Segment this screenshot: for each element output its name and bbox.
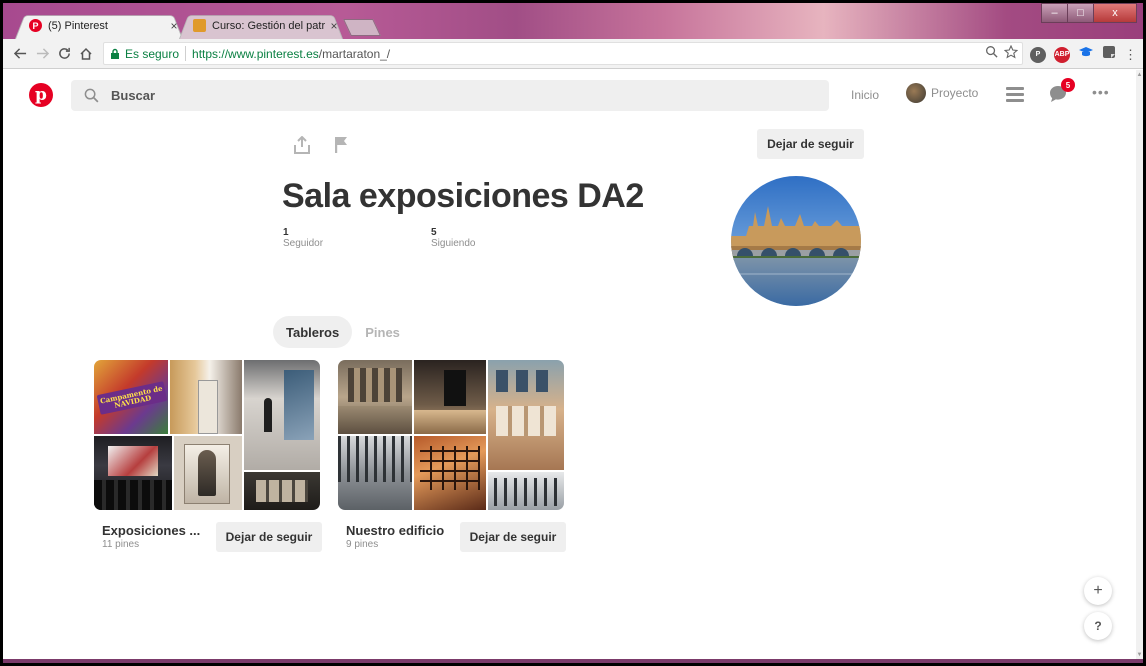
avatar — [906, 83, 926, 103]
forward-arrow-icon[interactable] — [31, 43, 53, 65]
minimize-button[interactable]: – — [1041, 3, 1068, 23]
board-cover-image — [244, 472, 320, 510]
unfollow-board-button[interactable]: Dejar de seguir — [216, 522, 322, 552]
taskbar-edge — [3, 659, 1143, 663]
board-cover-image — [414, 436, 486, 510]
notifications-button[interactable]: 5 — [1048, 78, 1075, 109]
board-cover[interactable] — [338, 360, 564, 510]
browser-tab-pinterest[interactable]: P (5) Pinterest × — [15, 12, 183, 40]
board-pin-count: 11 pines — [102, 539, 140, 550]
profile-tabs: Tableros Pines — [273, 316, 413, 348]
following-count: 5 — [431, 227, 437, 238]
board-cover-image — [338, 436, 412, 510]
tab-boards[interactable]: Tableros — [273, 316, 353, 348]
course-favicon-icon — [193, 19, 206, 32]
tab-pins[interactable]: Pines — [352, 316, 413, 348]
board-cover-image — [94, 436, 172, 510]
nav-home-link[interactable]: Inicio — [851, 88, 879, 102]
secure-label: Es seguro — [125, 46, 180, 61]
pinterest-header: p Inicio Proyecto 5 ••• — [3, 70, 1136, 120]
followers-stat[interactable]: 1 Seguidor — [283, 227, 323, 249]
lock-icon — [111, 48, 119, 59]
pinterest-extension-icon[interactable]: P — [1030, 46, 1046, 63]
following-stat[interactable]: 5 Siguiendo — [431, 227, 475, 249]
board-cover-image — [338, 360, 412, 434]
followers-count: 1 — [283, 227, 289, 238]
profile-label: Proyecto — [931, 86, 979, 100]
tab-title: (5) Pinterest — [48, 19, 108, 32]
note-extension-icon[interactable] — [1102, 45, 1116, 64]
pinterest-logo-icon[interactable]: p — [29, 83, 53, 107]
search-bar[interactable] — [71, 80, 829, 111]
flag-icon[interactable] — [334, 136, 348, 159]
browser-toolbar: Es seguro https://www.pinterest.es/marta… — [3, 39, 1143, 69]
help-button[interactable]: ? — [1084, 612, 1112, 640]
bookmark-star-icon[interactable] — [1003, 44, 1019, 62]
following-label: Siguiendo — [431, 238, 476, 249]
pinterest-favicon-icon: P — [29, 19, 42, 32]
scroll-up-arrow-icon[interactable]: ▲ — [1136, 72, 1143, 78]
board-cover-image: Campamento de NAVIDAD — [94, 360, 168, 434]
board-cover-image — [414, 360, 486, 434]
more-options-icon[interactable]: ••• — [1092, 84, 1110, 100]
profile-name: Sala exposiciones DA2 — [282, 177, 644, 215]
unfollow-profile-button[interactable]: Dejar de seguir — [757, 129, 864, 159]
add-pin-button[interactable]: + — [1084, 577, 1112, 605]
board-title[interactable]: Exposiciones ... — [102, 523, 200, 538]
nav-profile-link[interactable]: Proyecto — [906, 83, 978, 103]
browser-tab-curso[interactable]: Curso: Gestión del patrin × — [179, 12, 343, 40]
graduation-cap-icon[interactable] — [1078, 44, 1094, 65]
share-upload-icon[interactable] — [294, 135, 310, 159]
url-host: https://www.pinterest.es — [192, 46, 319, 61]
reload-icon[interactable] — [53, 43, 75, 65]
cover-title-text: Campamento de NAVIDAD — [96, 381, 168, 415]
browser-window: P (5) Pinterest × Curso: Gestión del pat… — [3, 3, 1143, 663]
new-tab-button[interactable] — [343, 19, 381, 36]
board-card[interactable]: Campamento de NAVIDAD Exposiciones ... 1… — [94, 360, 322, 560]
tab-strip: P (5) Pinterest × Curso: Gestión del pat… — [3, 3, 1143, 40]
address-bar[interactable]: Es seguro https://www.pinterest.es/marta… — [103, 42, 1023, 65]
home-icon[interactable] — [75, 43, 97, 65]
followers-label: Seguidor — [283, 238, 324, 249]
scroll-down-arrow-icon[interactable]: ▼ — [1136, 652, 1143, 658]
notification-badge: 5 — [1061, 78, 1075, 92]
close-tab-icon[interactable]: × — [325, 19, 343, 33]
maximize-button[interactable]: □ — [1067, 3, 1094, 23]
page-scrollbar[interactable]: ▲ ▼ — [1136, 70, 1143, 660]
board-title[interactable]: Nuestro edificio — [346, 523, 444, 538]
profile-photo — [731, 176, 861, 306]
adblock-plus-icon[interactable]: ABP — [1054, 46, 1070, 63]
board-cover-image — [170, 360, 242, 434]
board-cover[interactable]: Campamento de NAVIDAD — [94, 360, 320, 510]
search-icon — [84, 88, 99, 103]
tab-title: Curso: Gestión del patrin — [212, 19, 325, 32]
unfollow-board-button[interactable]: Dejar de seguir — [460, 522, 566, 552]
board-pin-count: 9 pines — [346, 539, 379, 550]
board-cover-image — [488, 360, 564, 470]
extensions-bar: P ABP ⋮ — [1030, 44, 1137, 65]
zoom-icon[interactable] — [985, 45, 998, 62]
close-tab-icon[interactable]: × — [165, 19, 183, 33]
board-cover-image — [244, 360, 320, 470]
window-controls: – □ x — [1041, 3, 1137, 23]
back-arrow-icon[interactable] — [9, 43, 31, 65]
board-card[interactable]: Nuestro edificio 9 pines Dejar de seguir — [338, 360, 566, 560]
url-path: /martaraton_/ — [318, 46, 391, 61]
browser-menu-icon[interactable]: ⋮ — [1124, 48, 1137, 61]
board-cover-image — [174, 436, 242, 510]
hamburger-menu-icon[interactable] — [1006, 87, 1024, 107]
close-window-button[interactable]: x — [1093, 3, 1137, 23]
board-cover-image — [488, 472, 564, 510]
secure-indicator[interactable]: Es seguro — [104, 46, 187, 61]
search-input[interactable] — [111, 88, 711, 103]
